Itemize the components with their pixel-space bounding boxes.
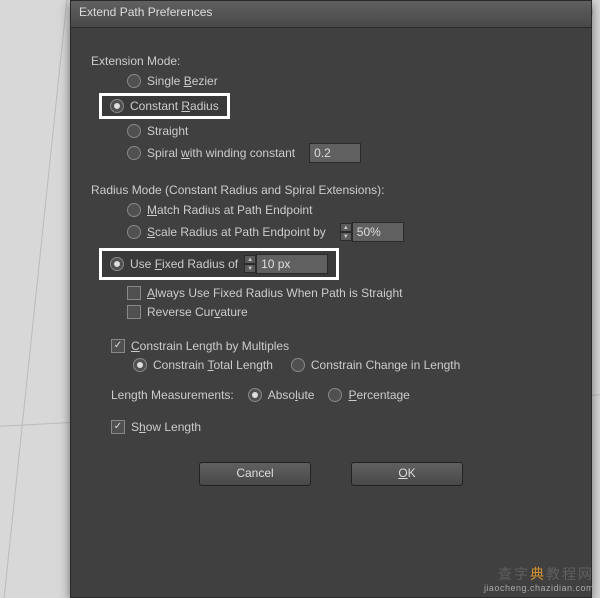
radio-label: Spiral with winding constant bbox=[147, 146, 295, 160]
radio-percentage[interactable]: Percentage bbox=[328, 388, 409, 402]
radio-label: Single Bezier bbox=[147, 74, 218, 88]
radio-label: Match Radius at Path Endpoint bbox=[147, 203, 312, 217]
radio-fixed-radius[interactable]: Use Fixed Radius of bbox=[110, 257, 238, 271]
checkbox-icon bbox=[127, 305, 141, 319]
cancel-button[interactable]: Cancel bbox=[199, 462, 311, 486]
radio-icon bbox=[127, 74, 141, 88]
ok-button[interactable]: OK bbox=[351, 462, 463, 486]
extension-mode-label: Extension Mode: bbox=[91, 54, 571, 68]
radio-icon bbox=[127, 225, 141, 239]
radio-label: Use Fixed Radius of bbox=[130, 257, 238, 271]
checkbox-icon bbox=[111, 339, 125, 353]
checkbox-reverse-curvature[interactable]: Reverse Curvature bbox=[127, 305, 571, 319]
radio-label: Straight bbox=[147, 124, 188, 138]
checkbox-always-fixed[interactable]: Always Use Fixed Radius When Path is Str… bbox=[127, 286, 571, 300]
checkbox-constrain-multiples[interactable]: Constrain Length by Multiples bbox=[111, 339, 571, 353]
checkbox-icon bbox=[127, 286, 141, 300]
radio-absolute[interactable]: Absolute bbox=[248, 388, 315, 402]
radio-icon bbox=[127, 203, 141, 217]
radio-spiral[interactable]: Spiral with winding constant bbox=[127, 143, 571, 163]
radio-label: Scale Radius at Path Endpoint by bbox=[147, 225, 326, 239]
fixed-radius-input[interactable] bbox=[256, 254, 328, 274]
scale-spinner[interactable]: ▲▼ bbox=[340, 223, 352, 241]
radio-icon bbox=[133, 358, 147, 372]
radius-mode-label: Radius Mode (Constant Radius and Spiral … bbox=[91, 183, 571, 197]
radio-icon bbox=[328, 388, 342, 402]
highlight-fixed-radius: Use Fixed Radius of ▲▼ bbox=[99, 248, 339, 280]
radio-label: Constrain Total Length bbox=[153, 358, 273, 372]
scale-value-input[interactable] bbox=[352, 222, 404, 242]
radio-match-radius[interactable]: Match Radius at Path Endpoint bbox=[127, 203, 571, 217]
highlight-constant-radius: Constant Radius bbox=[99, 93, 230, 119]
radio-icon bbox=[248, 388, 262, 402]
checkbox-label: Reverse Curvature bbox=[147, 305, 248, 319]
spiral-constant-input[interactable] bbox=[309, 143, 361, 163]
dialog: Extend Path Preferences Extension Mode: … bbox=[70, 0, 592, 598]
fixed-spinner[interactable]: ▲▼ bbox=[244, 255, 256, 273]
radio-scale-radius[interactable]: Scale Radius at Path Endpoint by ▲▼ bbox=[127, 222, 571, 242]
radio-label: Percentage bbox=[348, 388, 409, 402]
radio-icon bbox=[110, 99, 124, 113]
radio-icon bbox=[110, 257, 124, 271]
radio-label: Absolute bbox=[268, 388, 315, 402]
radio-icon bbox=[291, 358, 305, 372]
checkbox-show-length[interactable]: Show Length bbox=[111, 420, 571, 434]
checkbox-icon bbox=[111, 420, 125, 434]
radio-constant-radius[interactable]: Constant Radius bbox=[110, 99, 219, 113]
dialog-title: Extend Path Preferences bbox=[71, 1, 591, 28]
watermark-bottom: 查字典教程网 jiaocheng.chazidian.com bbox=[484, 566, 594, 594]
radio-icon bbox=[127, 146, 141, 160]
length-measurements-label: Length Measurements: bbox=[111, 388, 234, 402]
radio-label: Constant Radius bbox=[130, 99, 219, 113]
radio-constrain-total[interactable]: Constrain Total Length bbox=[133, 358, 273, 372]
checkbox-label: Constrain Length by Multiples bbox=[131, 339, 289, 353]
radio-icon bbox=[127, 124, 141, 138]
checkbox-label: Always Use Fixed Radius When Path is Str… bbox=[147, 286, 402, 300]
radio-constrain-change[interactable]: Constrain Change in Length bbox=[291, 358, 460, 372]
radio-single-bezier[interactable]: Single Bezier bbox=[127, 74, 571, 88]
radio-label: Constrain Change in Length bbox=[311, 358, 460, 372]
checkbox-label: Show Length bbox=[131, 420, 201, 434]
radio-straight[interactable]: Straight bbox=[127, 124, 571, 138]
